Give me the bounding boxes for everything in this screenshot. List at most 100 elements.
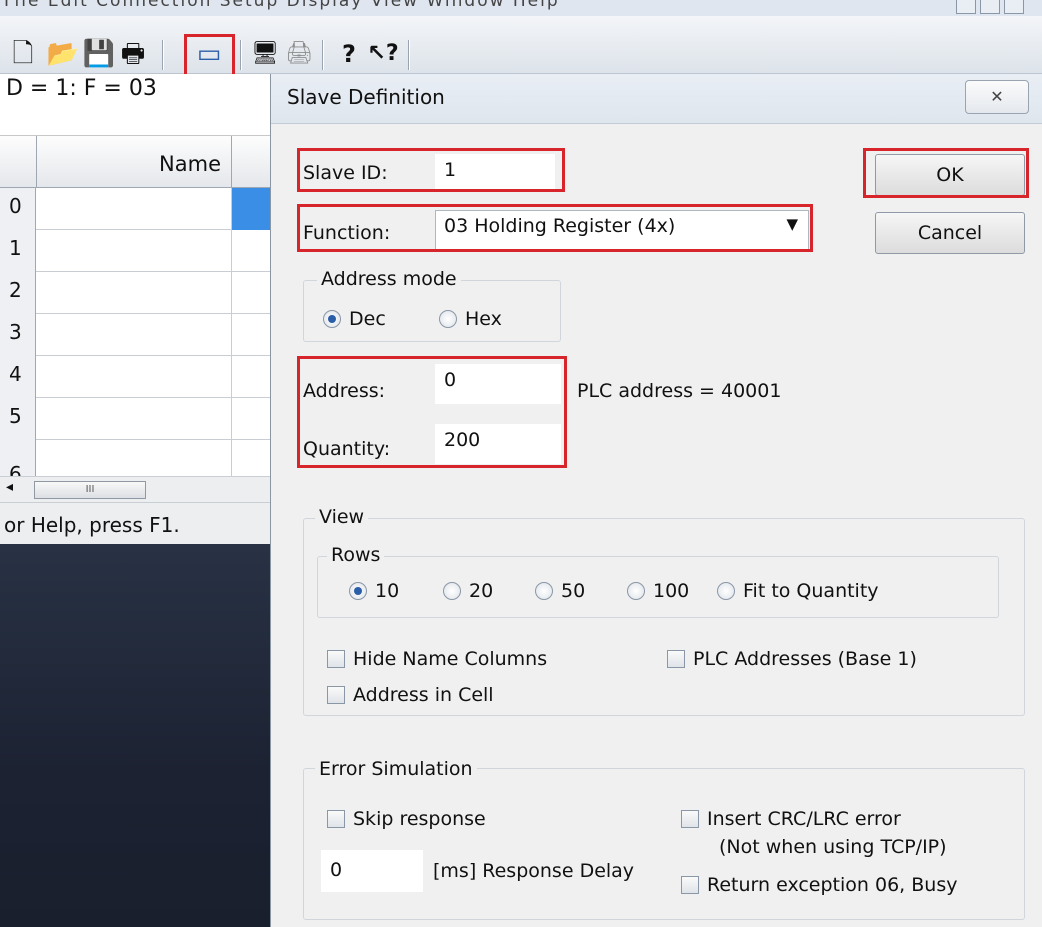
status-text: or Help, press F1. bbox=[4, 513, 180, 537]
close-icon[interactable]: ✕ bbox=[965, 80, 1029, 114]
register-grid: Name 0 1 2 3 4 5 6 bbox=[0, 136, 270, 476]
dec-label: Dec bbox=[349, 308, 386, 330]
minimize-button[interactable] bbox=[956, 0, 976, 14]
name-cell[interactable] bbox=[36, 398, 232, 440]
view-title: View bbox=[315, 506, 369, 528]
table-row[interactable]: 3 bbox=[0, 314, 270, 356]
table-row[interactable]: 2 bbox=[0, 272, 270, 314]
name-cell[interactable] bbox=[36, 188, 232, 230]
context-help-icon[interactable]: ↖? bbox=[366, 40, 400, 68]
mdi-background bbox=[0, 544, 270, 927]
row-number: 2 bbox=[0, 272, 36, 314]
return-exception-checkbox[interactable]: Return exception 06, Busy bbox=[681, 874, 957, 896]
cancel-button[interactable]: Cancel bbox=[875, 212, 1025, 254]
table-row[interactable]: 5 bbox=[0, 398, 270, 440]
name-cell[interactable] bbox=[36, 272, 232, 314]
table-row[interactable]: 4 bbox=[0, 356, 270, 398]
save-icon[interactable]: 💾 bbox=[83, 40, 115, 68]
rows-fit-radio[interactable]: Fit to Quantity bbox=[717, 580, 879, 602]
scroll-thumb[interactable]: III bbox=[34, 481, 146, 499]
value-cell[interactable] bbox=[232, 272, 270, 314]
address-mode-hex-radio[interactable]: Hex bbox=[439, 308, 502, 330]
hide-name-columns-checkbox[interactable]: Hide Name Columns bbox=[327, 648, 547, 670]
radio-icon bbox=[443, 582, 461, 600]
skip-response-checkbox[interactable]: Skip response bbox=[327, 808, 486, 830]
toolbar-separator bbox=[240, 40, 242, 70]
error-simulation-title: Error Simulation bbox=[315, 758, 477, 780]
response-delay-field[interactable]: 0 bbox=[321, 850, 423, 892]
value-cell[interactable] bbox=[232, 188, 270, 230]
dialog-titlebar: Slave Definition ✕ bbox=[271, 74, 1042, 124]
row-number: 3 bbox=[0, 314, 36, 356]
radio-selected-icon bbox=[349, 582, 367, 600]
row-number: 5 bbox=[0, 398, 36, 440]
rows-100-label: 100 bbox=[653, 580, 690, 602]
rows-50-label: 50 bbox=[561, 580, 586, 602]
address-mode-title: Address mode bbox=[317, 268, 461, 290]
rows-10-label: 10 bbox=[375, 580, 400, 602]
menu-items[interactable]: File Edit Connection Setup Display View … bbox=[4, 0, 560, 11]
checkbox-icon bbox=[327, 810, 345, 828]
open-folder-icon[interactable]: 📂 bbox=[47, 40, 79, 68]
row-number: 0 bbox=[0, 188, 36, 230]
name-cell[interactable] bbox=[36, 356, 232, 398]
document-title: D = 1: F = 03 bbox=[6, 76, 157, 101]
address-in-cell-label: Address in Cell bbox=[353, 684, 494, 706]
slave-id-highlight bbox=[297, 148, 565, 192]
address-in-cell-checkbox[interactable]: Address in Cell bbox=[327, 684, 494, 706]
plc-addresses-label: PLC Addresses (Base 1) bbox=[693, 648, 917, 670]
value-cell[interactable] bbox=[232, 230, 270, 272]
table-row[interactable]: 0 bbox=[0, 188, 270, 230]
slave-definition-dialog: Slave Definition ✕ Slave ID: 1 Function:… bbox=[270, 74, 1042, 927]
maximize-button[interactable] bbox=[980, 0, 1000, 14]
plc-address-text: PLC address = 40001 bbox=[577, 380, 782, 402]
disconnect-icon[interactable]: 🖨 bbox=[285, 40, 313, 68]
radio-selected-icon bbox=[323, 310, 341, 328]
rows-50-radio[interactable]: 50 bbox=[535, 580, 585, 602]
toolbar-separator bbox=[408, 40, 410, 70]
value-cell[interactable] bbox=[232, 314, 270, 356]
rows-10-radio[interactable]: 10 bbox=[349, 580, 399, 602]
insert-crc-label: Insert CRC/LRC error bbox=[707, 808, 901, 830]
checkbox-icon bbox=[681, 810, 699, 828]
name-cell[interactable] bbox=[36, 314, 232, 356]
new-document-icon[interactable]: 🗋 bbox=[10, 40, 36, 68]
radio-icon bbox=[439, 310, 457, 328]
dialog-title: Slave Definition bbox=[287, 85, 445, 109]
value-cell[interactable] bbox=[232, 440, 270, 476]
insert-crc-checkbox[interactable]: Insert CRC/LRC error bbox=[681, 808, 901, 830]
value-cell[interactable] bbox=[232, 356, 270, 398]
close-window-button[interactable] bbox=[1004, 0, 1024, 14]
document-header: D = 1: F = 03 bbox=[0, 74, 270, 136]
radio-icon bbox=[535, 582, 553, 600]
response-delay-label: [ms] Response Delay bbox=[433, 860, 635, 882]
horizontal-scrollbar[interactable]: ◂ III bbox=[0, 476, 270, 502]
table-row[interactable]: 1 bbox=[0, 230, 270, 272]
status-bar: or Help, press F1. bbox=[0, 502, 270, 544]
value-cell[interactable] bbox=[232, 398, 270, 440]
rows-20-radio[interactable]: 20 bbox=[443, 580, 493, 602]
scroll-left-icon[interactable]: ◂ bbox=[6, 479, 13, 495]
plc-addresses-checkbox[interactable]: PLC Addresses (Base 1) bbox=[667, 648, 917, 670]
insert-crc-note: (Not when using TCP/IP) bbox=[719, 836, 947, 858]
print-icon[interactable]: 🖶 bbox=[120, 40, 146, 68]
name-cell[interactable] bbox=[36, 230, 232, 272]
checkbox-icon bbox=[327, 686, 345, 704]
table-row[interactable]: 6 bbox=[0, 440, 270, 476]
rows-100-radio[interactable]: 100 bbox=[627, 580, 689, 602]
name-cell[interactable] bbox=[36, 440, 232, 476]
checkbox-icon bbox=[681, 876, 699, 894]
radio-icon bbox=[717, 582, 735, 600]
function-highlight bbox=[297, 204, 813, 252]
column-header-name[interactable]: Name bbox=[36, 136, 232, 188]
toolbar: 🗋 📂 💾 🖶 ▭ 🖥 🖨 ? ↖? bbox=[0, 16, 1042, 84]
rows-fit-label: Fit to Quantity bbox=[743, 580, 879, 602]
address-mode-dec-radio[interactable]: Dec bbox=[323, 308, 386, 330]
help-icon[interactable]: ? bbox=[336, 40, 362, 68]
hex-label: Hex bbox=[465, 308, 502, 330]
rows-title: Rows bbox=[327, 544, 385, 566]
grid-header: Name bbox=[0, 136, 270, 188]
connect-icon[interactable]: 🖥 bbox=[251, 40, 279, 68]
address-quantity-highlight bbox=[297, 356, 567, 468]
hide-name-columns-label: Hide Name Columns bbox=[353, 648, 548, 670]
